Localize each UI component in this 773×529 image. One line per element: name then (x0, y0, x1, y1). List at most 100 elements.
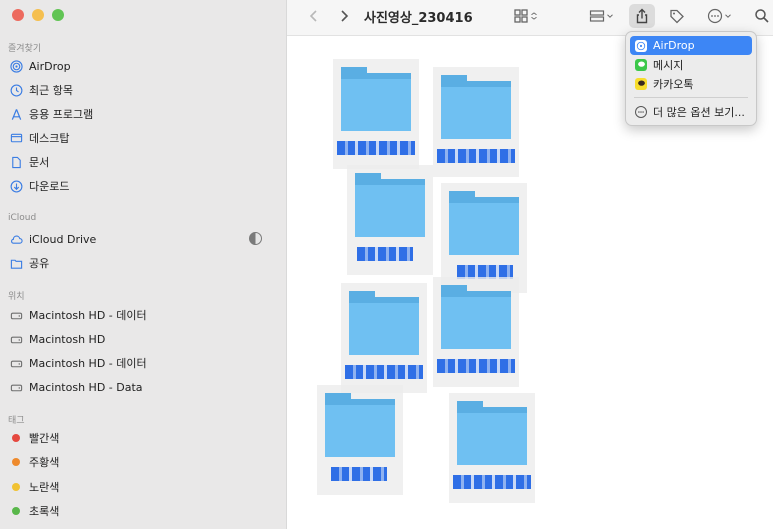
folder-item[interactable] (317, 385, 403, 495)
airdrop-icon (9, 59, 23, 73)
applications-icon (9, 107, 23, 121)
sidebar-item-desktop[interactable]: 데스크탑 (9, 127, 278, 149)
folder-label-redacted (437, 149, 515, 163)
disk-icon (9, 332, 23, 346)
chevron-left-icon (309, 10, 317, 22)
sidebar-item-tag-yellow[interactable]: 노란색 (9, 476, 278, 498)
folder-label-redacted (345, 365, 423, 379)
sidebar-item-label: 최근 항목 (29, 84, 73, 97)
folder-item[interactable] (433, 277, 519, 387)
minimize-button[interactable] (32, 9, 44, 21)
folder-label-redacted (337, 141, 415, 155)
sync-status-icon (249, 232, 262, 245)
sidebar-item-tag-green[interactable]: 초록색 (9, 500, 278, 522)
sidebar-item-tag-orange[interactable]: 주황색 (9, 451, 278, 473)
tag-color-dot (12, 434, 20, 442)
clock-icon (9, 83, 23, 97)
share-icon (636, 8, 648, 24)
folder-item[interactable] (449, 393, 535, 503)
sidebar-item-tag-red[interactable]: 빨간색 (9, 427, 278, 449)
kakaotalk-icon (635, 77, 647, 90)
tag-color-dot (12, 458, 20, 466)
sidebar-item-shared[interactable]: 공유 (9, 252, 278, 274)
folder-label-redacted (453, 475, 531, 489)
sidebar-item-label: 응용 프로그램 (29, 108, 94, 121)
folder-label-redacted (437, 359, 515, 373)
close-button[interactable] (12, 9, 24, 21)
ellipsis-circle-icon (635, 105, 647, 118)
sidebar-item-recents[interactable]: 최근 항목 (9, 79, 278, 101)
folder-label-redacted (331, 467, 387, 481)
sidebar-item-label: 공유 (29, 257, 50, 270)
tag-button[interactable] (665, 5, 689, 27)
shared-folder-icon (9, 256, 23, 270)
sidebar-item-label: Macintosh HD - 데이터 (29, 357, 147, 370)
sidebar-item-label: 빨간색 (29, 432, 60, 445)
share-button[interactable] (629, 4, 655, 28)
document-icon (9, 155, 23, 169)
disk-icon (9, 380, 23, 394)
sidebar-item-airdrop[interactable]: AirDrop (9, 55, 278, 77)
sidebar-item-label: 데스크탑 (29, 132, 70, 145)
cloud-icon (9, 232, 23, 246)
grid-view-icon (514, 9, 528, 23)
group-icon (589, 10, 605, 22)
sidebar-item-documents[interactable]: 문서 (9, 151, 278, 173)
desktop-icon (9, 131, 23, 145)
search-icon (755, 9, 769, 23)
window-controls (12, 9, 64, 21)
section-title-favorites: 즐겨찾기 (8, 44, 42, 54)
folder-item[interactable] (347, 165, 433, 275)
tag-color-dot (12, 483, 20, 491)
menu-item-label: 더 많은 옵션 보기... (653, 105, 745, 119)
sidebar-item-disk[interactable]: Macintosh HD - Data (9, 376, 278, 398)
section-title-locations: 위치 (8, 292, 25, 302)
sidebar-item-label: iCloud Drive (29, 232, 97, 246)
ellipsis-circle-icon (707, 8, 723, 24)
menu-item-label: AirDrop (653, 39, 695, 52)
sidebar-item-label: 다운로드 (29, 180, 70, 193)
section-title-icloud: iCloud (8, 213, 37, 223)
sidebar-item-applications[interactable]: 응용 프로그램 (9, 103, 278, 125)
forward-button[interactable] (333, 5, 355, 27)
sidebar-item-icloud-drive[interactable]: iCloud Drive (9, 228, 278, 250)
tag-color-dot (12, 507, 20, 515)
sidebar-item-disk[interactable]: Macintosh HD - 데이터 (9, 352, 278, 374)
sidebar-item-downloads[interactable]: 다운로드 (9, 175, 278, 197)
sidebar-item-label: Macintosh HD - 데이터 (29, 309, 147, 322)
search-button[interactable] (753, 5, 771, 27)
disk-icon (9, 308, 23, 322)
updown-chevron-icon (531, 12, 537, 20)
sidebar-item-label: 문서 (29, 156, 50, 169)
folder-item[interactable] (433, 67, 519, 177)
tag-icon (670, 9, 684, 24)
menu-item-label: 카카오톡 (653, 77, 694, 91)
disk-icon (9, 356, 23, 370)
menu-item-label: 메시지 (653, 58, 684, 72)
sidebar-item-label: Macintosh HD (29, 332, 106, 346)
sidebar-item-label: Macintosh HD - Data (29, 380, 143, 394)
menu-separator (634, 97, 748, 98)
menu-item-more-options[interactable]: 더 많은 옵션 보기... (630, 102, 752, 121)
folder-item[interactable] (341, 283, 427, 393)
folder-item[interactable] (333, 59, 419, 169)
download-icon (9, 179, 23, 193)
folder-label-redacted (357, 247, 413, 261)
menu-item-kakaotalk[interactable]: 카카오톡 (630, 74, 752, 93)
sidebar-item-disk[interactable]: Macintosh HD (9, 328, 278, 350)
chevron-down-icon (607, 14, 613, 18)
menu-item-messages[interactable]: 메시지 (630, 55, 752, 74)
more-actions-button[interactable] (703, 5, 737, 27)
menu-item-airdrop[interactable]: AirDrop (630, 36, 752, 55)
chevron-down-icon (725, 14, 731, 18)
zoom-button[interactable] (52, 9, 64, 21)
window-title: 사진영상_230416 (364, 11, 473, 26)
view-options-button[interactable] (509, 5, 543, 27)
sidebar-item-label: 노란색 (29, 481, 60, 494)
share-menu: AirDrop 메시지 카카오톡 더 많은 옵션 보기... (625, 31, 757, 126)
sidebar-item-label: 초록색 (29, 505, 60, 518)
group-button[interactable] (585, 5, 619, 27)
back-button[interactable] (303, 5, 325, 27)
sidebar-item-disk[interactable]: Macintosh HD - 데이터 (9, 304, 278, 326)
sidebar: 즐겨찾기 AirDrop 최근 항목 응용 프로그램 데스크탑 문서 다운로드 … (0, 0, 287, 529)
